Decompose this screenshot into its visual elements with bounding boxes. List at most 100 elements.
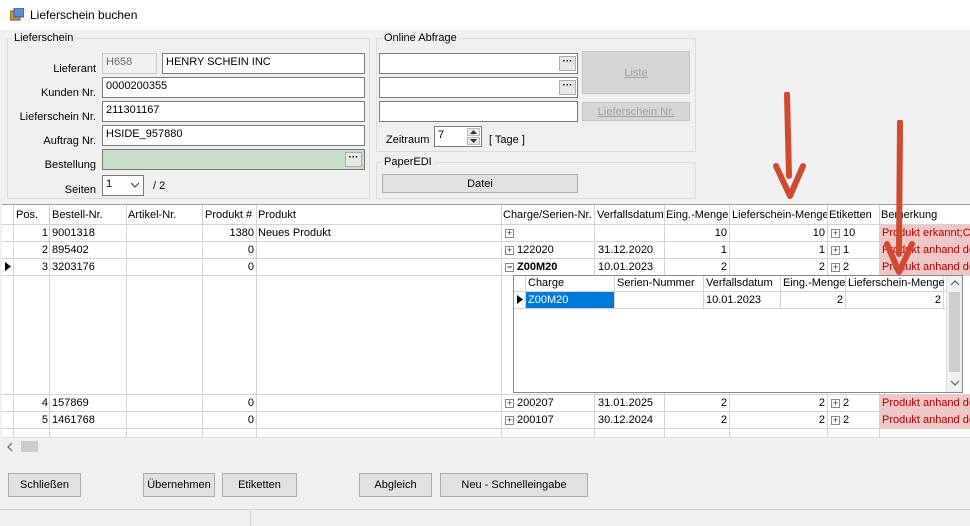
row-4-eing[interactable]: 2 bbox=[665, 397, 727, 409]
row-2-pos[interactable]: 2 bbox=[14, 244, 48, 256]
row-1-ls-menge[interactable]: 10 bbox=[730, 227, 825, 239]
row-3-etiketten[interactable]: +2 bbox=[831, 261, 849, 273]
seiten-select[interactable]: 1 bbox=[102, 175, 144, 196]
charge-detail-subgrid[interactable]: Charge Serien-Nummer Verfallsdatum Eing.… bbox=[513, 275, 963, 393]
online-field-3[interactable] bbox=[379, 101, 578, 122]
col-header-produkt-nr[interactable]: Produkt # bbox=[205, 209, 252, 221]
expand-icon[interactable]: + bbox=[505, 245, 514, 255]
subgrid-scrollbar[interactable] bbox=[946, 276, 962, 392]
lieferant-name-field[interactable]: HENRY SCHEIN INC bbox=[162, 53, 365, 74]
row-3-bestell[interactable]: 3203176 bbox=[52, 261, 95, 273]
scroll-up-icon[interactable] bbox=[950, 280, 960, 286]
row-3-charge[interactable]: − Z00M20 bbox=[505, 261, 557, 273]
scrollbar-thumb[interactable] bbox=[949, 292, 960, 372]
etiketten-button[interactable]: Etiketten bbox=[222, 473, 297, 497]
row-1-charge[interactable]: + bbox=[505, 227, 517, 239]
col-header-artikel-nr[interactable]: Artikel-Nr. bbox=[128, 209, 176, 221]
sub-col-header-verfallsdatum[interactable]: Verfallsdatum bbox=[706, 277, 773, 289]
datei-button[interactable]: Datei bbox=[382, 174, 578, 193]
row-2-verfall[interactable]: 31.12.2020 bbox=[598, 244, 653, 256]
col-header-eing-menge[interactable]: Eing.-Menge bbox=[666, 209, 728, 221]
row-5-charge[interactable]: +200107 bbox=[505, 414, 554, 426]
sub-row-verfall[interactable]: 10.01.2023 bbox=[706, 294, 761, 306]
row-2-ls-menge[interactable]: 1 bbox=[730, 244, 825, 256]
row-4-ls-menge[interactable]: 2 bbox=[730, 397, 825, 409]
expand-icon[interactable]: + bbox=[505, 398, 514, 408]
expand-icon[interactable]: + bbox=[505, 228, 514, 238]
auftrag-field[interactable]: HSIDE_957880 bbox=[102, 125, 365, 146]
online-field-2-browse-button[interactable]: ··· bbox=[559, 80, 576, 95]
uebernehmen-button[interactable]: Übernehmen bbox=[143, 473, 215, 497]
expand-icon[interactable]: + bbox=[505, 415, 514, 425]
row-3-eing[interactable]: 2 bbox=[665, 261, 727, 273]
row-2-bestell[interactable]: 895402 bbox=[52, 244, 89, 256]
sub-row-eing[interactable]: 2 bbox=[781, 294, 843, 306]
grid-horizontal-scrollbar[interactable] bbox=[2, 437, 970, 454]
sub-col-header-serien-nummer[interactable]: Serien-Nummer bbox=[617, 277, 695, 289]
row-1-pos[interactable]: 1 bbox=[14, 227, 48, 239]
sub-row-ls-menge[interactable]: 2 bbox=[846, 294, 941, 306]
collapse-icon[interactable]: − bbox=[505, 262, 514, 272]
row-3-pos[interactable]: 3 bbox=[14, 261, 48, 273]
expand-icon[interactable]: + bbox=[831, 262, 840, 272]
sub-row-charge[interactable]: Z00M20 bbox=[526, 292, 614, 308]
row-2-produkt-nr[interactable]: 0 bbox=[203, 244, 254, 256]
row-5-bestell[interactable]: 1461768 bbox=[52, 414, 95, 426]
sub-col-header-charge[interactable]: Charge bbox=[528, 277, 564, 289]
lieferschein-nr-button[interactable]: Lieferschein Nr. bbox=[582, 102, 690, 121]
row-2-etiketten[interactable]: +1 bbox=[831, 244, 849, 256]
row-4-etiketten[interactable]: +2 bbox=[831, 397, 849, 409]
expand-icon[interactable]: + bbox=[831, 245, 840, 255]
spin-up-icon[interactable] bbox=[467, 128, 480, 136]
lieferschein-nr-field[interactable]: 211301167 bbox=[102, 101, 365, 122]
scroll-down-icon[interactable] bbox=[950, 380, 960, 386]
expand-icon[interactable]: + bbox=[831, 398, 840, 408]
schliessen-button[interactable]: Schließen bbox=[8, 473, 81, 497]
row-1-produkt-nr[interactable]: 1380 bbox=[203, 227, 254, 239]
expand-icon[interactable]: + bbox=[831, 228, 840, 238]
kunden-field[interactable]: 0000200355 bbox=[102, 77, 365, 98]
col-header-verfallsdatum[interactable]: Verfallsdatum bbox=[597, 209, 664, 221]
liste-button[interactable]: Liste bbox=[582, 51, 690, 94]
col-header-etiketten[interactable]: Etiketten bbox=[829, 209, 872, 221]
row-5-ls-menge[interactable]: 2 bbox=[730, 414, 825, 426]
col-header-produkt[interactable]: Produkt bbox=[258, 209, 296, 221]
row-5-etiketten[interactable]: +2 bbox=[831, 414, 849, 426]
col-header-pos[interactable]: Pos. bbox=[16, 209, 38, 221]
row-1-produkt[interactable]: Neues Produkt bbox=[258, 227, 331, 239]
row-5-produkt-nr[interactable]: 0 bbox=[203, 414, 254, 426]
col-header-bestell-nr[interactable]: Bestell-Nr. bbox=[52, 209, 103, 221]
scrollbar-thumb[interactable] bbox=[21, 441, 38, 452]
spin-down-icon[interactable] bbox=[467, 137, 480, 145]
row-3-ls-menge[interactable]: 2 bbox=[730, 261, 825, 273]
row-3-verfall[interactable]: 10.01.2023 bbox=[598, 261, 653, 273]
sub-col-header-eing-menge[interactable]: Eing.-Menge bbox=[783, 277, 845, 289]
row-5-eing[interactable]: 2 bbox=[665, 414, 727, 426]
row-5-verfall[interactable]: 30.12.2024 bbox=[598, 414, 653, 426]
online-field-1[interactable] bbox=[379, 53, 578, 74]
scroll-left-icon[interactable] bbox=[7, 442, 13, 452]
sub-col-header-lieferschein-menge[interactable]: Lieferschein-Menge bbox=[848, 277, 945, 289]
row-2-eing[interactable]: 1 bbox=[665, 244, 727, 256]
row-1-bestell[interactable]: 9001318 bbox=[52, 227, 95, 239]
col-header-charge[interactable]: Charge/Serien-Nr. bbox=[503, 209, 592, 221]
row-4-bemerkung[interactable]: Produkt anhand de bbox=[880, 395, 970, 411]
row-2-charge[interactable]: +122020 bbox=[505, 244, 554, 256]
abgleich-button[interactable]: Abgleich bbox=[359, 473, 432, 497]
row-3-produkt-nr[interactable]: 0 bbox=[203, 261, 254, 273]
col-header-lieferschein-menge[interactable]: Lieferschein-Menge bbox=[732, 209, 829, 221]
row-1-eing[interactable]: 10 bbox=[665, 227, 727, 239]
online-field-2[interactable] bbox=[379, 77, 578, 98]
row-4-bestell[interactable]: 157869 bbox=[52, 397, 89, 409]
bestellung-browse-button[interactable]: ··· bbox=[345, 152, 362, 167]
row-4-produkt-nr[interactable]: 0 bbox=[203, 397, 254, 409]
row-5-pos[interactable]: 5 bbox=[14, 414, 48, 426]
neu-schnelleingabe-button[interactable]: Neu - Schnelleingabe bbox=[440, 473, 588, 497]
row-4-charge[interactable]: +200207 bbox=[505, 397, 554, 409]
row-1-etiketten[interactable]: +10 bbox=[831, 227, 855, 239]
expand-icon[interactable]: + bbox=[831, 415, 840, 425]
bestellung-field[interactable] bbox=[102, 149, 365, 170]
row-4-pos[interactable]: 4 bbox=[14, 397, 48, 409]
online-field-1-browse-button[interactable]: ··· bbox=[559, 56, 576, 71]
zeitraum-spinner[interactable]: 7 bbox=[434, 126, 482, 147]
